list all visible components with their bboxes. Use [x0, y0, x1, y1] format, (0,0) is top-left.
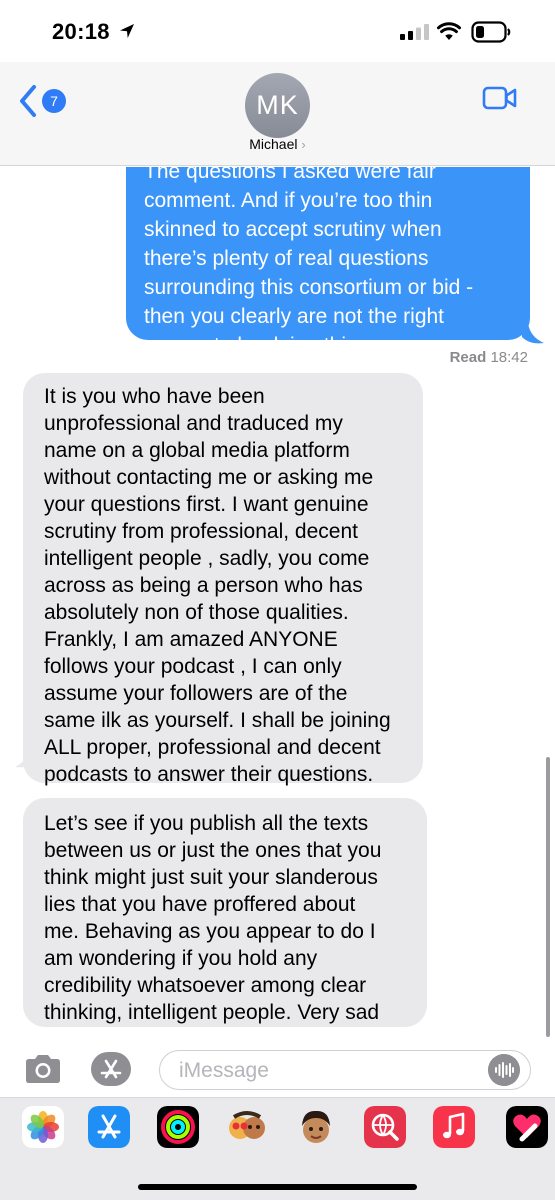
received-message-bubble[interactable]: Let’s see if you publish all the texts b… — [23, 798, 427, 1027]
message-thread[interactable]: The questions I asked were fair comment.… — [0, 167, 555, 1040]
message-placeholder: iMessage — [179, 1059, 269, 1082]
contact-name-button[interactable]: Michael › — [0, 136, 555, 152]
message-line: without contacting me or asking me — [44, 466, 374, 489]
activity-app-icon[interactable] — [157, 1106, 199, 1148]
scrollbar[interactable] — [546, 757, 550, 1037]
message-line: credibility whatsoever among clear — [44, 974, 367, 997]
message-line: skinned to accept scrutiny when — [144, 218, 442, 241]
unread-count-badge: 7 — [42, 89, 66, 113]
sent-bubble-tail — [522, 323, 544, 344]
web-images-search-icon[interactable] — [364, 1106, 406, 1148]
read-receipt: Read 18:42 — [450, 349, 528, 366]
message-line: thinking, intelligent people. Very sad — [44, 1001, 380, 1024]
back-chevron-icon — [20, 85, 36, 117]
chevron-right-icon: › — [301, 137, 306, 152]
message-line: Frankly, I am amazed ANYONE — [44, 628, 338, 651]
sent-message-bubble[interactable]: The questions I asked were fair comment.… — [126, 167, 530, 357]
message-line: podcasts to answer their questions. — [44, 763, 374, 786]
back-button[interactable]: 7 — [18, 84, 68, 118]
conversation-header: 7 MK Michael › — [0, 62, 555, 166]
received-bubble-tail — [15, 745, 39, 768]
message-input[interactable]: iMessage — [159, 1050, 531, 1090]
received-message-bubble[interactable]: It is you who have been unprofessional a… — [23, 373, 423, 786]
message-line: unprofessional and traduced my — [44, 412, 343, 435]
status-time: 20:18 — [52, 19, 110, 44]
read-time: 18:42 — [490, 349, 528, 366]
message-line: assume your followers are of the — [44, 682, 348, 705]
imessage-app-drawer — [0, 1097, 555, 1200]
message-line: name on a global media platform — [44, 439, 350, 462]
message-line: then you clearly are not the right — [144, 305, 445, 328]
audio-waveform-icon[interactable] — [488, 1054, 520, 1086]
contact-name: Michael — [249, 136, 298, 152]
digital-touch-icon[interactable] — [506, 1106, 548, 1148]
message-line: scrutiny from professional, decent — [44, 520, 358, 543]
input-bar: iMessage — [0, 1040, 555, 1100]
signal-icon — [400, 24, 429, 40]
message-line: follows your podcast , I can only — [44, 655, 342, 678]
camera-icon[interactable] — [22, 1052, 64, 1086]
app-store-icon[interactable] — [90, 1052, 132, 1086]
contact-avatar[interactable]: MK — [245, 73, 310, 138]
home-indicator[interactable] — [138, 1184, 417, 1190]
message-line: Let’s see if you publish all the texts — [44, 812, 369, 835]
message-line: surrounding this consortium or bid - — [144, 276, 474, 299]
memoji-stickers-icon[interactable] — [226, 1106, 268, 1148]
music-app-icon[interactable] — [433, 1106, 475, 1148]
message-line: think might just suit your slanderous — [44, 866, 378, 889]
message-line: absolutely non of those qualities. — [44, 601, 349, 624]
message-line: comment. And if you’re too thin — [144, 189, 433, 212]
message-line: your questions first. I want genuine — [44, 493, 369, 516]
message-line: intelligent people , sadly, you come — [44, 547, 370, 570]
video-call-icon[interactable] — [482, 85, 518, 111]
location-arrow-icon — [120, 24, 134, 38]
wifi-icon — [437, 22, 461, 40]
message-line: between us or just the ones that you — [44, 839, 382, 862]
message-line: lies that you have proffered about — [44, 893, 356, 916]
message-line: ALL proper, professional and decent — [44, 736, 381, 759]
message-line: me. Behaving as you appear to do I — [44, 920, 376, 943]
status-bar: 20:18 — [0, 0, 555, 62]
photos-app-icon[interactable] — [22, 1106, 64, 1148]
message-line: same ilk as yourself. I shall be joining — [44, 709, 391, 732]
battery-icon — [471, 21, 511, 43]
message-line: across as being a person who has — [44, 574, 363, 597]
message-line: The questions I asked were fair — [144, 167, 436, 183]
message-line: am wondering if you hold any — [44, 947, 318, 970]
animoji-icon[interactable] — [295, 1106, 337, 1148]
message-line: It is you who have been — [44, 385, 265, 408]
app-store-app-icon[interactable] — [88, 1106, 130, 1148]
read-label: Read — [449, 349, 487, 366]
message-line: there’s plenty of real questions — [144, 247, 429, 270]
